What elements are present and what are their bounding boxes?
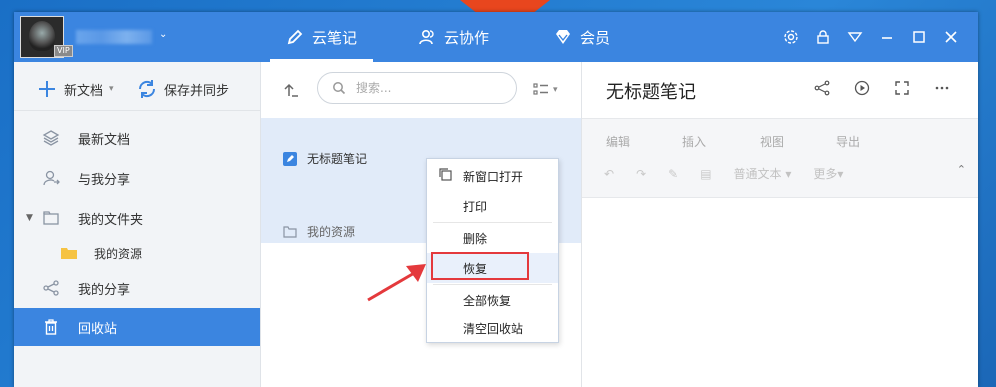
layers-icon [42, 129, 60, 147]
folder-yellow-icon [60, 244, 78, 262]
menu-item-label: 打印 [463, 199, 488, 214]
menu-item-label: 删除 [463, 231, 488, 246]
expand-triangle-icon[interactable]: ▼ [26, 213, 33, 223]
play-icon[interactable] [854, 80, 870, 96]
note-icon [283, 151, 297, 166]
chevron-down-icon: ▾ [109, 84, 114, 94]
folder-outline-icon [42, 209, 60, 227]
highlight-box [431, 252, 529, 280]
diamond-icon [556, 30, 570, 44]
list-view-icon [533, 83, 548, 95]
gear-icon[interactable] [782, 28, 800, 46]
tab-notes-label: 云笔记 [312, 28, 358, 47]
sidebar-item-my-resources[interactable]: 我的资源 [14, 234, 260, 272]
menu-item-print[interactable]: 打印 [427, 191, 558, 221]
more-icon[interactable] [934, 80, 950, 96]
plus-icon [39, 81, 55, 97]
sidebar-item-my-folders[interactable]: ▼ 我的文件夹 [14, 199, 260, 237]
menu-item-empty-bin[interactable]: 清空回收站 [427, 313, 558, 343]
search-icon [333, 82, 346, 95]
tab-edit[interactable]: 编辑 [606, 133, 630, 150]
view-mode-button[interactable]: ▾ [533, 82, 558, 98]
vip-badge: VIP [54, 45, 73, 57]
tab-collaboration-label: 云协作 [444, 28, 490, 47]
editor-toolbar: 编辑 插入 视图 导出 ↶ ↷ ✎ ▤ 普通文本 ▾ 更多▾ ⌃ [582, 118, 978, 198]
tab-membership-label: 会员 [580, 28, 611, 47]
sidebar-item-label: 最新文档 [78, 132, 131, 148]
maximize-icon[interactable] [910, 28, 928, 46]
tab-membership[interactable]: 会员 [554, 12, 610, 62]
new-window-icon [439, 168, 452, 184]
sidebar-item-label: 我的文件夹 [78, 212, 144, 228]
close-icon[interactable] [942, 28, 960, 46]
avatar-image [29, 21, 55, 51]
menu-item-label: 清空回收站 [463, 321, 524, 336]
more-format-label: 更多 [813, 167, 838, 181]
minimize-icon[interactable] [878, 28, 896, 46]
sidebar-item-label: 我的资源 [94, 246, 143, 261]
sidebar-item-label: 回收站 [78, 321, 118, 337]
redo-icon[interactable]: ↷ [636, 167, 646, 181]
list-item-label: 无标题笔记 [307, 152, 368, 166]
up-level-icon[interactable] [283, 82, 299, 102]
context-menu: 新窗口打开 打印 删除 恢复 全部恢复 清空回收站 [426, 158, 559, 343]
new-doc-label: 新文档 [64, 83, 104, 99]
tab-insert[interactable]: 插入 [682, 133, 706, 150]
divider [14, 110, 260, 111]
menu-item-label: 全部恢复 [463, 293, 512, 308]
sidebar-item-recycle-bin[interactable]: 回收站 [14, 308, 260, 346]
trash-icon [42, 318, 60, 336]
dropdown-icon[interactable] [846, 28, 864, 46]
collapse-toolbar-icon[interactable]: ⌃ [957, 163, 966, 176]
lock-icon[interactable] [814, 28, 832, 46]
tab-view[interactable]: 视图 [760, 133, 784, 150]
title-bar: VIP ⌄ 云笔记 云协作 会员 [14, 12, 978, 62]
share-icon[interactable] [814, 80, 830, 96]
eraser-icon[interactable]: ✎ [668, 167, 678, 181]
sidebar-item-my-shares[interactable]: 我的分享 [14, 269, 260, 307]
pointer-arrow [367, 264, 426, 302]
window-controls [782, 12, 960, 62]
sync-icon [138, 80, 156, 98]
tab-export[interactable]: 导出 [836, 133, 860, 150]
search-input[interactable] [354, 80, 508, 96]
list-item-label: 我的资源 [307, 225, 356, 239]
new-doc-button[interactable]: 新文档 ▾ [36, 78, 114, 100]
sidebar-item-recent[interactable]: 最新文档 [14, 119, 260, 157]
note-title[interactable]: 无标题笔记 [606, 78, 696, 104]
username-blurred[interactable] [76, 30, 152, 44]
folder-icon [283, 225, 297, 238]
save-sync-label: 保存并同步 [164, 83, 230, 99]
editor-pane: 无标题笔记 编辑 插入 视图 导出 ↶ ↷ ✎ ▤ 普通文本 ▾ 更多▾ ⌃ [582, 62, 978, 387]
tab-collaboration[interactable]: 云协作 [418, 12, 489, 62]
undo-icon[interactable]: ↶ [604, 167, 614, 181]
sidebar-item-label: 我的分享 [78, 282, 131, 298]
more-format-button[interactable]: 更多▾ [813, 165, 843, 182]
menu-item-restore-all[interactable]: 全部恢复 [427, 285, 558, 315]
format-row: ↶ ↷ ✎ ▤ 普通文本 ▾ 更多▾ [604, 165, 843, 182]
menu-item-open-new-window[interactable]: 新窗口打开 [427, 161, 558, 191]
sidebar-item-shared-with-me[interactable]: 与我分享 [14, 159, 260, 197]
list-item[interactable]: 我的资源 [283, 223, 355, 240]
editor-actions [814, 80, 950, 96]
sidebar-item-label: 与我分享 [78, 172, 131, 188]
sidebar: 新文档 ▾ 保存并同步 最新文档 与我分享 ▼ 我的文件夹 我的资源 我的分享 [14, 62, 261, 387]
text-style-value: 普通文本 [733, 167, 782, 181]
fullscreen-icon[interactable] [894, 80, 910, 96]
list-item[interactable]: 无标题笔记 [283, 150, 367, 167]
save-sync-button[interactable]: 保存并同步 [136, 78, 229, 100]
share-icon [42, 279, 60, 297]
user-share-icon [42, 169, 60, 187]
search-box [317, 72, 517, 104]
format-painter-icon[interactable]: ▤ [700, 167, 711, 181]
text-style-select[interactable]: 普通文本 ▾ [734, 165, 792, 182]
chevron-down-icon: ▾ [553, 85, 558, 95]
pen-icon [287, 29, 303, 45]
menu-item-delete[interactable]: 删除 [427, 223, 558, 253]
tab-notes[interactable]: 云笔记 [269, 12, 374, 62]
menu-item-label: 新窗口打开 [463, 169, 524, 184]
account-dropdown-icon[interactable]: ⌄ [159, 29, 167, 40]
people-icon [419, 29, 434, 45]
